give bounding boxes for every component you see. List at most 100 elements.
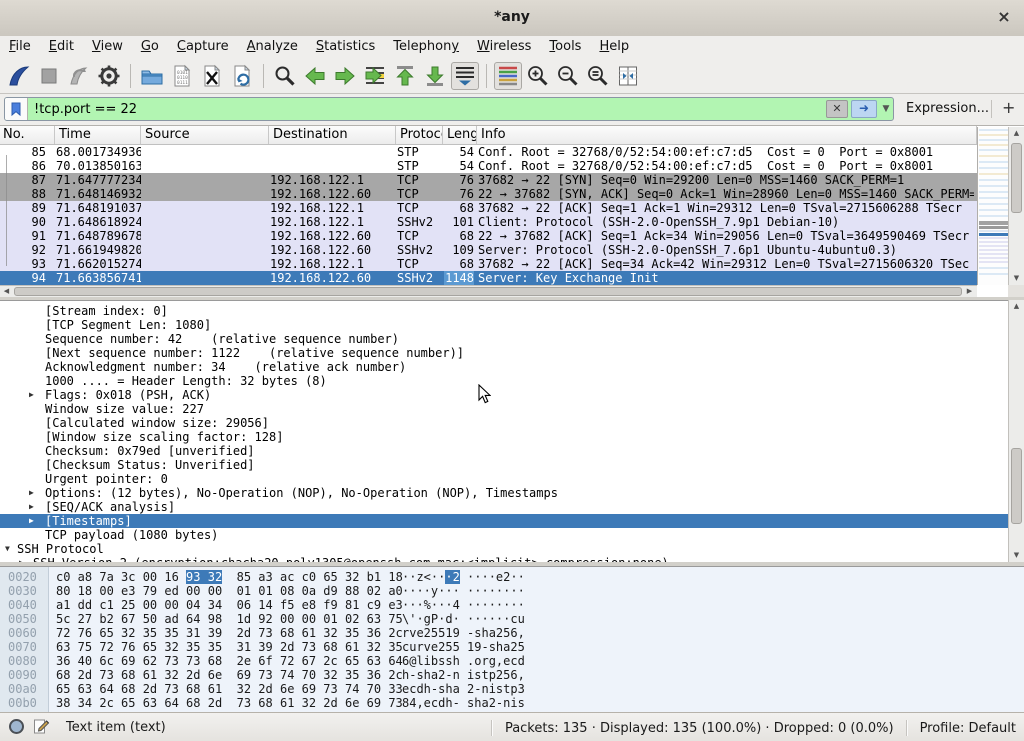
expander-closed-icon[interactable]: ▶	[29, 388, 34, 402]
hscrollbar-thumb[interactable]	[14, 287, 962, 296]
expression-button[interactable]: Expression...	[906, 101, 989, 116]
resize-columns-icon[interactable]	[614, 62, 642, 90]
menu-wireless[interactable]: Wireless	[468, 36, 540, 58]
packet-row-86[interactable]: 8670.013850163STP54Conf. Root = 32768/0/…	[0, 159, 977, 173]
hex-row-00b0[interactable]: 00b038 34 2c 65 63 64 68 2d 73 68 61 32 …	[0, 696, 1024, 710]
go-last-icon[interactable]	[421, 62, 449, 90]
detail-line[interactable]: [Window size scaling factor: 128]	[0, 430, 1008, 444]
go-forward-icon[interactable]	[331, 62, 359, 90]
hex-bytes[interactable]: 65 63 64 68 2d 73 68 61 32 2d 6e 69 73 7…	[56, 682, 403, 696]
hex-ascii[interactable]: ···%···4 ········	[402, 598, 525, 612]
expander-closed-icon[interactable]: ▶	[29, 514, 34, 528]
detail-line[interactable]: [Checksum Status: Unverified]	[0, 458, 1008, 472]
go-to-packet-icon[interactable]	[361, 62, 389, 90]
open-file-icon[interactable]	[138, 62, 166, 90]
hex-bytes[interactable]: a1 dd c1 25 00 00 04 34 06 14 f5 e8 f9 8…	[56, 598, 403, 612]
filter-history-caret-icon[interactable]: ▼	[879, 104, 893, 114]
display-filter-field[interactable]: !tcp.port == 22 ✕ ➜ ▼	[4, 97, 894, 121]
hex-row-0060[interactable]: 006072 76 65 32 35 35 31 39 2d 73 68 61 …	[0, 626, 1024, 640]
scrollbar-thumb[interactable]	[1011, 143, 1022, 213]
menu-file[interactable]: File	[0, 36, 40, 58]
close-window-icon[interactable]: ×	[994, 7, 1014, 27]
packet-row-88[interactable]: 8871.648146932192.168.122.60TCP7622 → 37…	[0, 187, 977, 201]
expert-info-icon[interactable]	[9, 719, 24, 734]
filter-input[interactable]: !tcp.port == 22	[28, 102, 826, 117]
go-first-icon[interactable]	[391, 62, 419, 90]
scroll-up-icon[interactable]: ▲	[1009, 300, 1024, 313]
packet-row-85[interactable]: 8568.001734936STP54Conf. Root = 32768/0/…	[0, 145, 977, 159]
add-filter-button[interactable]: +	[1002, 98, 1015, 117]
column-header-source[interactable]: Source	[142, 126, 269, 144]
scroll-down-icon[interactable]: ▼	[1009, 549, 1024, 562]
zoom-original-icon[interactable]	[584, 62, 612, 90]
menu-edit[interactable]: Edit	[40, 36, 83, 58]
packet-row-94[interactable]: 9471.663856741192.168.122.60SSHv21148Ser…	[0, 271, 977, 285]
packet-row-92[interactable]: 9271.661949820192.168.122.60SSHv2109Serv…	[0, 243, 977, 257]
scroll-up-icon[interactable]: ▲	[1009, 127, 1024, 140]
menu-help[interactable]: Help	[590, 36, 638, 58]
hex-ascii[interactable]: 84,ecdh- sha2-nis	[402, 696, 525, 710]
hex-bytes[interactable]: 68 2d 73 68 61 32 2d 6e 69 73 74 70 32 3…	[56, 668, 403, 682]
menu-telephony[interactable]: Telephony	[384, 36, 468, 58]
hex-bytes[interactable]: 5c 27 b2 67 50 ad 64 98 1d 92 00 00 01 0…	[56, 612, 403, 626]
hex-row-0050[interactable]: 00505c 27 b2 67 50 ad 64 98 1d 92 00 00 …	[0, 612, 1024, 626]
hex-ascii[interactable]: h-sha2-n istp256,	[402, 668, 525, 682]
menu-capture[interactable]: Capture	[168, 36, 238, 58]
capture-options-icon[interactable]	[95, 62, 123, 90]
column-header-len[interactable]: Length	[444, 126, 477, 144]
packet-row-90[interactable]: 9071.648618924192.168.122.1SSHv2101Clien…	[0, 215, 977, 229]
reload-file-icon[interactable]	[228, 62, 256, 90]
hex-row-0080[interactable]: 008036 40 6c 69 62 73 73 68 2e 6f 72 67 …	[0, 654, 1024, 668]
packet-row-91[interactable]: 9171.648789678192.168.122.60TCP6822 → 37…	[0, 229, 977, 243]
detail-line[interactable]: Acknowledgment number: 34 (relative ack …	[0, 360, 1008, 374]
capture-start-icon[interactable]	[5, 62, 33, 90]
detail-line[interactable]: ▶Flags: 0x018 (PSH, ACK)	[0, 388, 1008, 402]
hex-row-00a0[interactable]: 00a065 63 64 68 2d 73 68 61 32 2d 6e 69 …	[0, 682, 1024, 696]
hex-ascii[interactable]: 6@libssh .org,ecd	[402, 654, 525, 668]
detail-line[interactable]: Checksum: 0x79ed [unverified]	[0, 444, 1008, 458]
hex-ascii[interactable]: curve255 19-sha25	[402, 640, 525, 654]
profile-label[interactable]: Profile: Default	[920, 721, 1016, 736]
menu-tools[interactable]: Tools	[540, 36, 590, 58]
expander-open-icon[interactable]: ▼	[5, 542, 10, 556]
filter-clear-icon[interactable]: ✕	[826, 100, 848, 118]
expander-closed-icon[interactable]: ▶	[29, 500, 34, 514]
expander-closed-icon[interactable]: ▶	[29, 486, 34, 500]
detail-scrollbar[interactable]: ▲ ▼	[1008, 300, 1024, 562]
scrollbar-thumb[interactable]	[1011, 448, 1022, 524]
zoom-out-icon[interactable]	[554, 62, 582, 90]
menu-view[interactable]: View	[83, 36, 132, 58]
column-header-proto[interactable]: Protocol	[397, 126, 443, 144]
hex-bytes[interactable]: 38 34 2c 65 63 64 68 2d 73 68 61 32 2d 6…	[56, 696, 403, 710]
packet-list-hscrollbar[interactable]: ◀ ▶	[0, 285, 977, 297]
find-packet-icon[interactable]	[271, 62, 299, 90]
hex-row-0030[interactable]: 003080 18 00 e3 79 ed 00 00 01 01 08 0a …	[0, 584, 1024, 598]
hex-row-0070[interactable]: 007063 75 72 76 65 32 35 35 31 39 2d 73 …	[0, 640, 1024, 654]
detail-line[interactable]: ▶[SEQ/ACK analysis]	[0, 500, 1008, 514]
packet-row-93[interactable]: 9371.662015274192.168.122.1TCP6837682 → …	[0, 257, 977, 271]
detail-line[interactable]: ▶[Timestamps]	[0, 514, 1008, 528]
hex-ascii[interactable]: ··z<···2 ····e2··	[402, 570, 525, 584]
hex-bytes[interactable]: 63 75 72 76 65 32 35 35 31 39 2d 73 68 6…	[56, 640, 403, 654]
hex-row-0040[interactable]: 0040a1 dd c1 25 00 00 04 34 06 14 f5 e8 …	[0, 598, 1024, 612]
save-file-icon[interactable]: 010101100111	[168, 62, 196, 90]
close-file-icon[interactable]	[198, 62, 226, 90]
hex-ascii[interactable]: ecdh-sha 2-nistp3	[402, 682, 525, 696]
detail-line[interactable]: ▶Options: (12 bytes), No-Operation (NOP)…	[0, 486, 1008, 500]
scroll-right-icon[interactable]: ▶	[963, 286, 976, 297]
column-header-no[interactable]: No.	[0, 126, 55, 144]
filter-bookmark-icon[interactable]	[5, 98, 28, 120]
column-header-time[interactable]: Time	[56, 126, 141, 144]
detail-line[interactable]: [Stream index: 0]	[0, 304, 1008, 318]
detail-line[interactable]: ▼SSH Protocol	[0, 542, 1008, 556]
packet-list-scrollbar[interactable]: ▲ ▼	[1008, 127, 1024, 285]
hex-bytes[interactable]: c0 a8 7a 3c 00 16 93 32 85 a3 ac c0 65 3…	[56, 570, 403, 584]
go-back-icon[interactable]	[301, 62, 329, 90]
filter-apply-icon[interactable]: ➜	[851, 100, 877, 118]
capture-restart-icon[interactable]	[65, 62, 93, 90]
hex-row-0020[interactable]: 0020c0 a8 7a 3c 00 16 93 32 85 a3 ac c0 …	[0, 570, 1024, 584]
hex-bytes[interactable]: 80 18 00 e3 79 ed 00 00 01 01 08 0a d9 8…	[56, 584, 403, 598]
detail-line[interactable]: [Next sequence number: 1122 (relative se…	[0, 346, 1008, 360]
packet-minimap[interactable]	[977, 127, 1008, 285]
hex-bytes[interactable]: 72 76 65 32 35 35 31 39 2d 73 68 61 32 3…	[56, 626, 403, 640]
